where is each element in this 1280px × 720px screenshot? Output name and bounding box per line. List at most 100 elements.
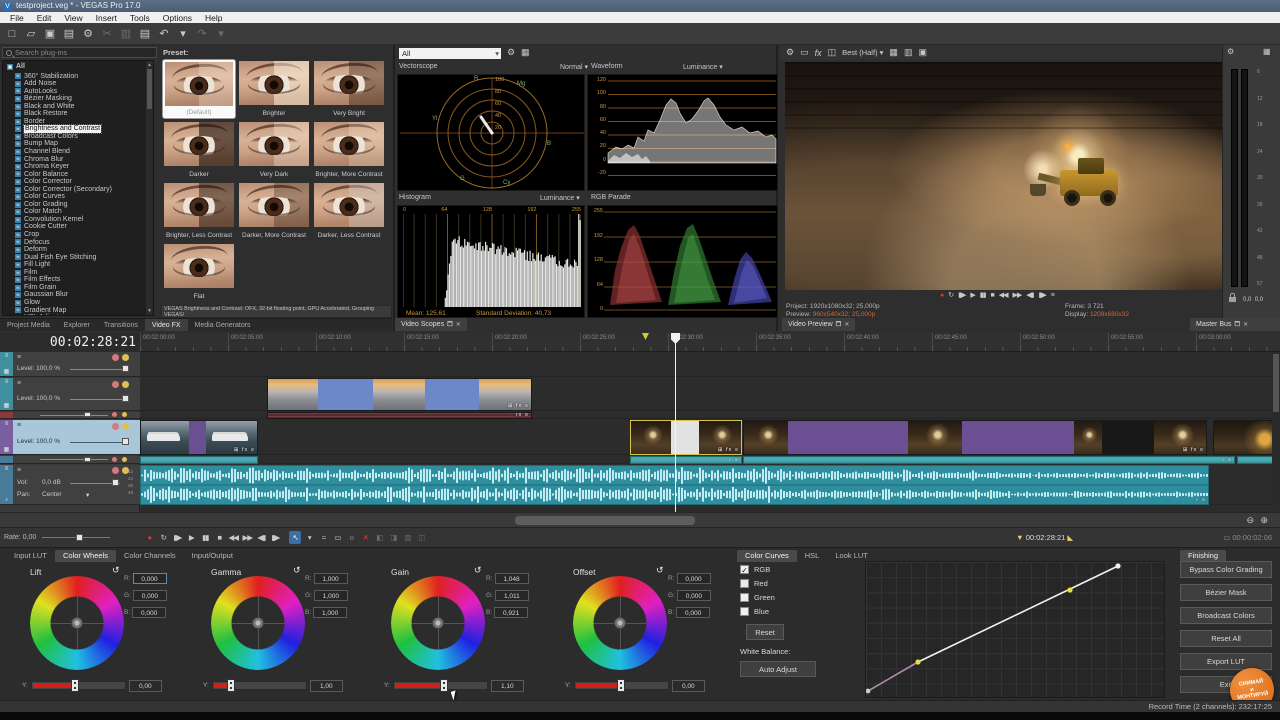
preset-thumbnail[interactable]: Flat	[163, 243, 235, 301]
selection-length[interactable]: ▭ 00:00:02:06	[1223, 533, 1272, 542]
gamma-y-slider[interactable]	[212, 681, 307, 690]
normal-edit-tool-icon[interactable]: ↖	[289, 531, 301, 544]
scope-layout-icon[interactable]: ▦	[521, 47, 530, 58]
paste-icon[interactable]: ▤	[137, 26, 153, 42]
open-project-icon[interactable]: ▱	[23, 26, 39, 42]
audio-event-icons[interactable]: ♪ ≡	[729, 457, 740, 463]
close-icon[interactable]: ✕	[844, 321, 849, 328]
plugin-list-item[interactable]: fx Glow	[15, 299, 153, 307]
preset-thumbnail[interactable]: (Default)	[163, 60, 235, 118]
track-header-4-selected[interactable]: ≡▦ ≡ Level: 100,0 %	[0, 420, 140, 455]
plugin-list-item[interactable]: fx Color Corrector	[15, 178, 153, 186]
plugin-list-item[interactable]: fx Defocus	[15, 239, 153, 247]
channel-rgb-checkbox[interactable]: ✓RGB	[740, 565, 770, 574]
lift-g-field[interactable]: 0,000	[133, 590, 167, 601]
gain-y-value[interactable]: 1,10	[491, 680, 524, 692]
next-frame-icon[interactable]: ▮▶	[1039, 291, 1046, 299]
plugin-list-item[interactable]: fx Dual Fish Eye Stitching	[15, 254, 153, 262]
solo-icon[interactable]	[122, 381, 129, 390]
waveform-mode-dropdown[interactable]: Luminance ▾	[683, 63, 723, 71]
save-project-icon[interactable]: ▣	[42, 26, 58, 42]
gain-g-field[interactable]: 1,011	[495, 590, 529, 601]
video-clip-warehouse-selected[interactable]: ⊞ fx ≡	[630, 420, 742, 455]
option-d-icon[interactable]: ◫	[415, 531, 427, 544]
plugin-list-item[interactable]: fx Brightness and Contrast	[15, 125, 153, 133]
stop-icon[interactable]: ■	[990, 292, 993, 299]
gamma-r-field[interactable]: 1,000	[314, 573, 348, 584]
dock-tab[interactable]: Explorer	[57, 319, 97, 331]
close-icon[interactable]: ✕	[1243, 321, 1248, 328]
curve-point[interactable]	[915, 659, 920, 664]
solo-icon[interactable]	[122, 423, 129, 432]
gain-r-field[interactable]: 1,048	[495, 573, 529, 584]
pause-icon[interactable]: ▮▮	[199, 531, 211, 544]
dock-tab[interactable]: Media Generators	[188, 319, 258, 331]
prev-frame-icon[interactable]: ◀▮	[1026, 291, 1033, 299]
audio-track-header[interactable]: ≡♪ ≡ Vol: 0,0 dB Pan: Center ▾ 12243648	[0, 465, 140, 505]
go-to-end-icon[interactable]: ▶▶	[1012, 291, 1021, 299]
preset-thumbnail[interactable]: Darker, Less Contrast	[313, 182, 385, 240]
playhead-line[interactable]	[675, 333, 676, 512]
finishing-button[interactable]: Export LUT	[1180, 653, 1272, 670]
video-scopes-tab[interactable]: Video Scopes🗖✕	[395, 318, 467, 331]
offset-g-field[interactable]: 0,000	[677, 590, 711, 601]
solo-icon[interactable]	[122, 354, 129, 363]
plugin-list-item[interactable]: fx Add Noise	[15, 80, 153, 88]
timeline-ruler[interactable]: 00:02:00:0000:02:05:0000:02:10:0000:02:1…	[140, 333, 1280, 352]
reset-icon[interactable]: ↺	[474, 565, 482, 576]
plugin-list-item[interactable]: fx Color Corrector (Secondary)	[15, 186, 153, 194]
track-header-1[interactable]: ≡▦ ≡ Level: 100,0 %	[0, 352, 140, 377]
auto-adjust-button[interactable]: Auto Adjust	[740, 661, 816, 677]
plugin-list-item[interactable]: fx Fill Light	[15, 261, 153, 269]
vectorscope-mode-dropdown[interactable]: Normal ▾	[560, 63, 588, 71]
preset-thumbnail[interactable]: Darker, More Contrast	[238, 182, 310, 240]
curves-reset-button[interactable]: Reset	[746, 624, 784, 640]
next-frame-icon[interactable]: ▮▶	[269, 531, 281, 544]
grading-tab[interactable]: Color Channels	[116, 550, 184, 562]
gain-color-wheel[interactable]	[391, 576, 485, 670]
menu-item[interactable]: View	[58, 13, 88, 23]
track-hamburger-icon[interactable]: ≡	[5, 353, 9, 359]
timeline-hscrollbar[interactable]: ⊖ ⊕	[0, 512, 1280, 527]
cursor-position[interactable]: ▼ 00:02:28:21 ◣	[1016, 533, 1073, 542]
event-icons[interactable]: ⊞ fx ≡	[508, 403, 529, 409]
hamburger-icon[interactable]: ≡	[1051, 292, 1054, 299]
level-slider[interactable]	[122, 438, 129, 445]
float-icon[interactable]: 🗖	[836, 320, 842, 330]
offset-color-wheel[interactable]	[573, 576, 667, 670]
plugin-list-item[interactable]: fx Convolution Kernel	[15, 216, 153, 224]
track-hamburger-icon[interactable]: ≡	[5, 466, 9, 472]
grid-overlay-icon[interactable]: ▦	[889, 47, 898, 58]
plugin-list-item[interactable]: fx AutoLooks	[15, 88, 153, 96]
preview-settings-gear-icon[interactable]: ⚙	[786, 47, 794, 58]
close-x-icon[interactable]: ✕	[359, 531, 371, 544]
audio-strip[interactable]	[140, 456, 258, 464]
lock-icon[interactable]	[1229, 297, 1236, 302]
plugin-search-input[interactable]: Search plug-ins	[2, 47, 157, 58]
plugin-list-item[interactable]: fx Film	[15, 269, 153, 277]
play-icon[interactable]: ▶	[185, 531, 197, 544]
dock-tab[interactable]: Transitions	[97, 319, 145, 331]
cut-icon[interactable]: ✂	[99, 26, 115, 42]
lane-1[interactable]	[140, 352, 1280, 377]
go-to-start-icon[interactable]: ◀◀	[999, 291, 1008, 299]
properties-gear-icon[interactable]: ⚙	[80, 26, 96, 42]
track-header-2[interactable]: ≡▦ ≡ Level: 100,0 %	[0, 378, 140, 411]
preset-thumbnail[interactable]: Brighter, More Contrast	[313, 121, 385, 179]
timeline-vscrollbar[interactable]	[1272, 352, 1280, 505]
audio-event-icons[interactable]: ♪ ≡	[1222, 457, 1233, 463]
copy-frame-icon[interactable]: ▥	[904, 47, 913, 58]
dock-tab[interactable]: Project Media	[0, 319, 57, 331]
plugin-list-item[interactable]: fx Black Restore	[15, 110, 153, 118]
split-screen-icon[interactable]: ◫	[828, 47, 837, 58]
gamma-g-field[interactable]: 1,000	[314, 590, 348, 601]
copy-icon[interactable]: ▥	[118, 26, 134, 42]
external-monitor-icon[interactable]: ▭	[800, 47, 809, 58]
stop-icon[interactable]: ■	[213, 531, 225, 544]
lift-color-wheel[interactable]	[30, 576, 124, 670]
grading-tab[interactable]: Input/Output	[184, 550, 241, 562]
plugin-list-item[interactable]: fx Crop	[15, 231, 153, 239]
event-fx-icons[interactable]: fx ≡	[516, 412, 529, 418]
offset-y-value[interactable]: 0,00	[672, 680, 705, 692]
curves-tab[interactable]: Color Curves	[737, 550, 797, 562]
